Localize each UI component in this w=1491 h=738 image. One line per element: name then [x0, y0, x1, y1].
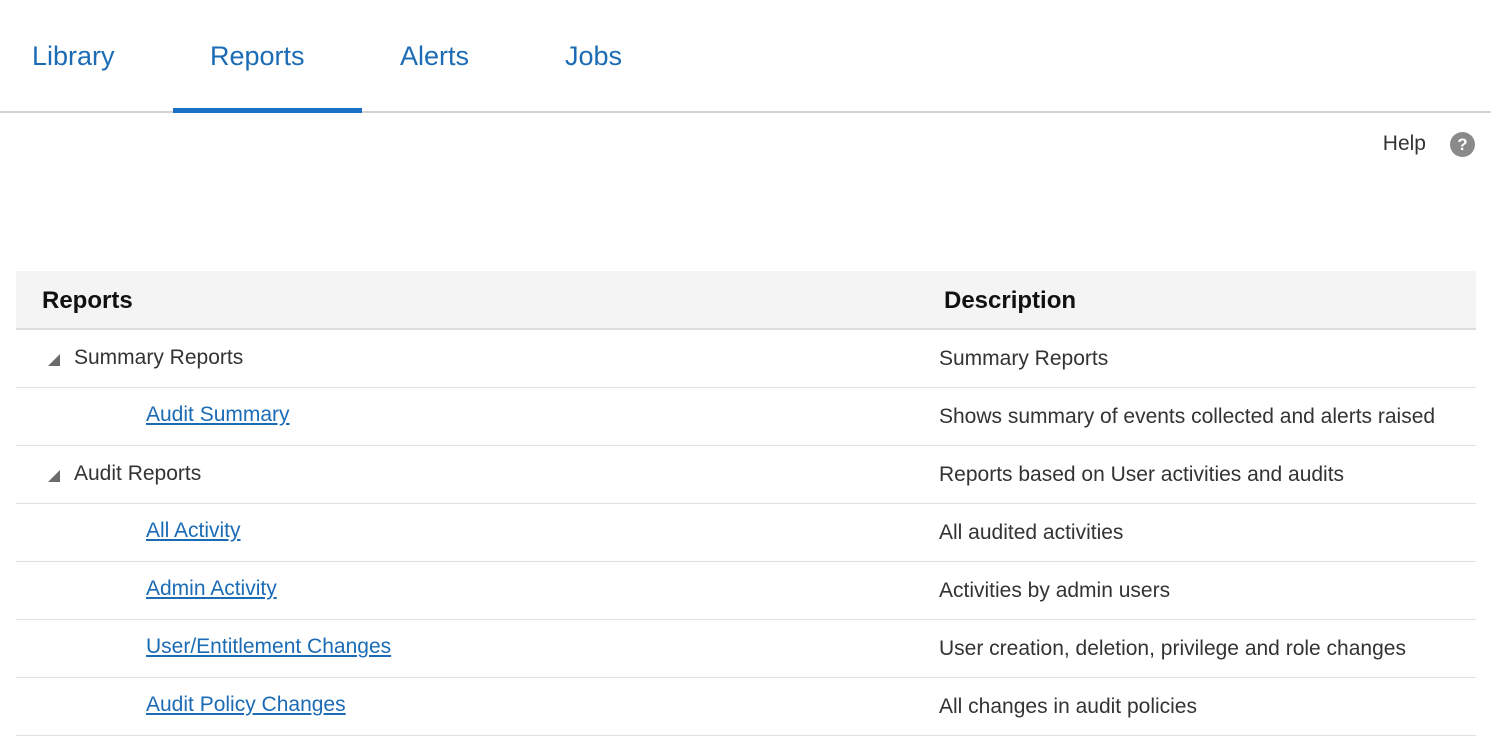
group-label: Summary Reports [74, 346, 244, 369]
tab-reports-label: Reports [210, 41, 305, 71]
help-label: Help [1382, 132, 1426, 155]
row-description: Reports based on User activities and aud… [939, 463, 1345, 486]
tab-library-label: Library [32, 41, 115, 71]
tab-reports[interactable]: Reports [173, 0, 362, 113]
reports-table: Reports Description Summary Reports Summ… [16, 271, 1476, 736]
row-description: User creation, deletion, privilege and r… [939, 637, 1406, 660]
table-row: Audit Summary Shows summary of events co… [16, 388, 1476, 446]
row-description: Shows summary of events collected and al… [939, 405, 1436, 428]
tab-jobs[interactable]: Jobs [540, 0, 650, 111]
table-header: Reports Description [16, 271, 1476, 330]
table-row: User/Entitlement Changes User creation, … [16, 620, 1476, 678]
row-description: Activities by admin users [939, 579, 1171, 602]
table-row: Audit Policy Changes All changes in audi… [16, 678, 1476, 736]
tab-library[interactable]: Library [0, 0, 150, 111]
help-link[interactable]: Help ? [1383, 131, 1475, 157]
report-link-user-entitlement-changes[interactable]: User/Entitlement Changes [146, 635, 391, 659]
column-header-description: Description [944, 287, 1077, 314]
tab-bar: Library Reports Alerts Jobs [0, 0, 1491, 113]
table-row-group: Audit Reports Reports based on User acti… [16, 446, 1476, 504]
table-row: All Activity All audited activities [16, 504, 1476, 562]
question-circle-icon[interactable]: ? [1450, 131, 1475, 157]
report-link-audit-policy-changes[interactable]: Audit Policy Changes [146, 693, 346, 717]
tab-alerts[interactable]: Alerts [370, 0, 500, 111]
report-link-admin-activity[interactable]: Admin Activity [146, 577, 277, 601]
tab-jobs-label: Jobs [565, 41, 623, 71]
group-label: Audit Reports [74, 462, 202, 485]
collapse-triangle-icon[interactable] [48, 354, 60, 366]
row-description: All audited activities [939, 521, 1124, 544]
row-description: All changes in audit policies [939, 695, 1197, 718]
table-row: Admin Activity Activities by admin users [16, 562, 1476, 620]
column-header-reports: Reports [42, 287, 133, 314]
report-link-audit-summary[interactable]: Audit Summary [146, 403, 290, 427]
report-link-all-activity[interactable]: All Activity [146, 519, 241, 543]
tab-alerts-label: Alerts [400, 41, 470, 71]
collapse-triangle-icon[interactable] [48, 470, 60, 482]
table-row-group: Summary Reports Summary Reports [16, 330, 1476, 388]
row-description: Summary Reports [939, 347, 1109, 370]
reports-page: Library Reports Alerts Jobs Help ? Repor… [0, 0, 1491, 738]
